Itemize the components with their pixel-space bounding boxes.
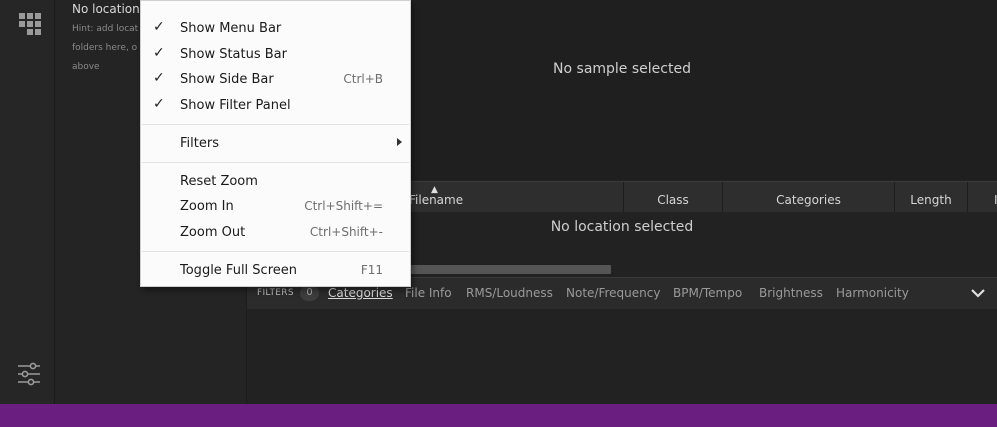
menu-separator xyxy=(142,162,409,163)
check-icon: ✓ xyxy=(153,70,165,86)
menu-item-label: Toggle Full Screen xyxy=(180,263,297,278)
menu-item-show-filter-panel[interactable]: ✓ Show Filter Panel xyxy=(141,94,410,118)
column-header-length[interactable]: Length xyxy=(894,182,967,212)
menu-item-show-status-bar[interactable]: ✓ Show Status Bar xyxy=(141,43,410,67)
grid-icon[interactable] xyxy=(18,12,42,36)
menu-separator xyxy=(142,124,409,125)
chevron-down-icon[interactable] xyxy=(969,284,987,302)
menu-item-show-side-bar[interactable]: ✓ Show Side Bar Ctrl+B xyxy=(141,68,410,92)
filter-panel-body xyxy=(247,309,997,404)
menu-item-filters[interactable]: Filters xyxy=(141,132,410,156)
icon-rail xyxy=(0,0,55,404)
menu-item-shortcut: F11 xyxy=(360,263,383,277)
locations-hint-line: Hint: add locat xyxy=(72,24,139,34)
menu-item-shortcut: Ctrl+Shift+= xyxy=(304,199,383,213)
menu-item-zoom-in[interactable]: Zoom In Ctrl+Shift+= xyxy=(141,195,410,219)
filter-tab-brightness[interactable]: Brightness xyxy=(759,286,823,300)
filter-tab-note-frequency[interactable]: Note/Frequency xyxy=(566,286,660,300)
menu-item-label: Zoom Out xyxy=(180,225,246,240)
submenu-arrow-icon xyxy=(397,138,402,146)
menu-item-label: Show Menu Bar xyxy=(180,21,282,36)
column-header-class[interactable]: Class xyxy=(623,182,722,212)
menu-item-label: Reset Zoom xyxy=(180,174,258,189)
menu-item-shortcut: Ctrl+Shift+- xyxy=(309,225,383,239)
menu-item-label: Filters xyxy=(180,136,219,151)
column-header-truncated[interactable]: I xyxy=(967,182,997,212)
menu-item-label: Show Filter Panel xyxy=(180,98,291,113)
check-icon: ✓ xyxy=(153,19,165,35)
filter-tab-rms-loudness[interactable]: RMS/Loudness xyxy=(466,286,553,300)
menu-item-label: Zoom In xyxy=(180,199,234,214)
view-menu: ✓ Show Menu Bar ✓ Show Status Bar ✓ Show… xyxy=(140,0,411,287)
locations-hint-line: folders here, o xyxy=(72,43,138,53)
menu-item-label: Show Status Bar xyxy=(180,47,287,62)
locations-hint-line: above xyxy=(72,62,100,72)
status-bar xyxy=(0,404,997,427)
menu-item-reset-zoom[interactable]: Reset Zoom xyxy=(141,170,410,194)
filters-label: FILTERS xyxy=(257,288,294,298)
sliders-icon[interactable] xyxy=(17,361,41,387)
menu-separator xyxy=(142,251,409,252)
filter-tab-categories[interactable]: Categories xyxy=(328,286,393,300)
check-icon: ✓ xyxy=(153,45,165,61)
locations-title: No locations xyxy=(72,2,146,16)
menu-item-label: Show Side Bar xyxy=(180,72,274,87)
filter-tab-bpm-tempo[interactable]: BPM/Tempo xyxy=(673,286,742,300)
menu-item-show-menu-bar[interactable]: ✓ Show Menu Bar xyxy=(141,17,410,41)
horizontal-scrollbar[interactable] xyxy=(409,265,611,274)
menu-item-shortcut: Ctrl+B xyxy=(343,72,383,86)
menu-item-toggle-full-screen[interactable]: Toggle Full Screen F11 xyxy=(141,259,410,283)
filter-tab-harmonicity[interactable]: Harmonicity xyxy=(836,286,909,300)
menu-item-zoom-out[interactable]: Zoom Out Ctrl+Shift+- xyxy=(141,221,410,245)
filters-count-badge: 0 xyxy=(300,285,319,301)
check-icon: ✓ xyxy=(153,96,165,112)
column-header-categories[interactable]: Categories xyxy=(722,182,894,212)
filter-tab-file-info[interactable]: File Info xyxy=(405,286,452,300)
